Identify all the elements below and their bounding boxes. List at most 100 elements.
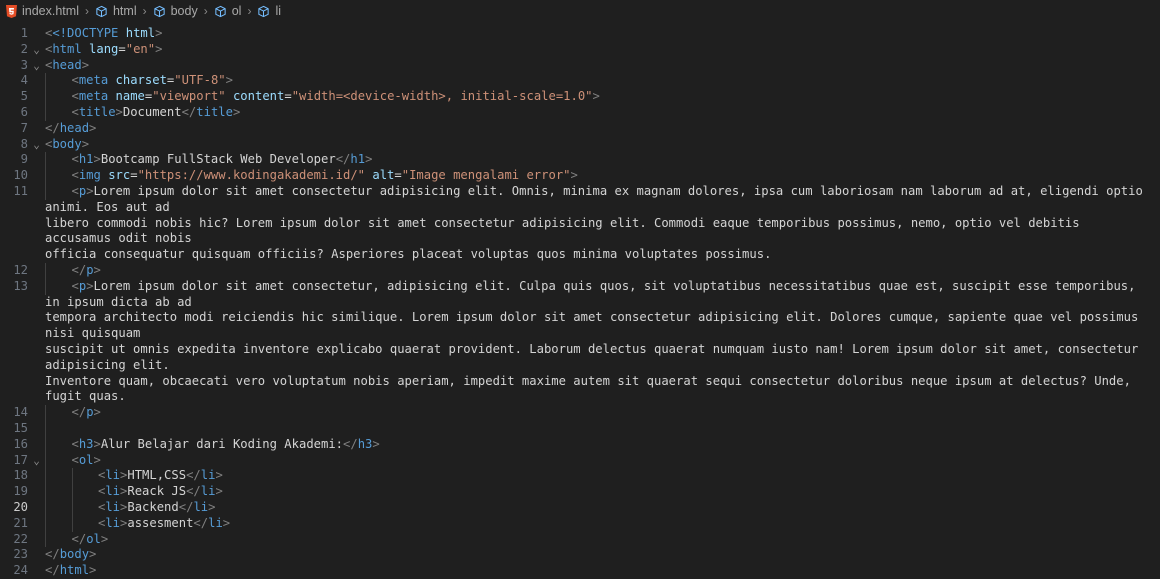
code-line[interactable]: 6 <title>Document</title>	[0, 104, 1160, 121]
list-item-text: HTML,CSS	[127, 468, 187, 483]
attr-name: name	[115, 89, 145, 104]
chevron-right-icon: ›	[247, 4, 252, 18]
tag-name: title	[196, 104, 233, 119]
attr-value: "width=<device-width>, initial-scale=1.0…	[291, 89, 593, 104]
line-number: 10	[13, 168, 28, 183]
code-line-wrap[interactable]: suscipit ut omnis expedita inventore exp…	[0, 342, 1160, 374]
line-number: 12	[13, 262, 28, 277]
h1-text: Bootcamp FullStack Web Developer	[100, 152, 336, 167]
line-number: 1	[20, 26, 28, 40]
breadcrumb-item-li[interactable]: li	[257, 4, 281, 18]
code-line[interactable]: 22 </ol>	[0, 531, 1160, 548]
tag-name: body	[52, 136, 82, 151]
attr-value: "https://www.kodingakademi.id/"	[137, 168, 366, 183]
code-line[interactable]: 18 <li>HTML,CSS</li>	[0, 468, 1160, 485]
code-line[interactable]: 11 <p>Lorem ipsum dolor sit amet consect…	[0, 183, 1160, 216]
breadcrumb-file[interactable]: index.html	[6, 4, 79, 18]
line-number: 3	[20, 57, 28, 72]
tag-name: meta	[78, 89, 109, 104]
line-number: 2	[20, 41, 28, 56]
indent-guide	[45, 104, 72, 121]
code-line-wrap[interactable]: tempora architecto modi reiciendis hic s…	[0, 310, 1160, 342]
indent-guide	[45, 515, 72, 532]
line-number: 19	[13, 484, 28, 499]
line-number: 11	[13, 183, 28, 198]
list-item-text: Backend	[127, 499, 179, 514]
doctype-keyword: <!DOCTYPE	[52, 26, 119, 40]
code-line[interactable]: 9 <h1>Bootcamp FullStack Web Developer</…	[0, 152, 1160, 169]
attr-value: "en"	[125, 41, 156, 56]
code-line[interactable]: 13 <p>Lorem ipsum dolor sit amet consect…	[0, 278, 1160, 311]
tag-name: li	[105, 515, 121, 530]
code-line[interactable]: 3 ⌄ <head>	[0, 58, 1160, 74]
attr-value: "UTF-8"	[174, 73, 226, 88]
code-line[interactable]: 1 <<!DOCTYPE html>	[0, 26, 1160, 42]
attr-name: src	[108, 168, 131, 183]
code-line-wrap[interactable]: officia consequatur quisquam officiis? A…	[0, 247, 1160, 263]
code-line[interactable]: 15	[0, 420, 1160, 437]
indent-guide	[45, 89, 72, 105]
fold-chevron-down-icon[interactable]: ⌄	[28, 137, 45, 153]
code-line-active[interactable]: 20 <li>Backend</li>	[0, 499, 1160, 516]
code-editor[interactable]: 1 <<!DOCTYPE html> 2 ⌄ <html lang="en"> …	[0, 23, 1160, 579]
code-line[interactable]: 12 </p>	[0, 262, 1160, 279]
fold-chevron-down-icon[interactable]: ⌄	[28, 58, 45, 74]
code-line[interactable]: 16 <h3>Alur Belajar dari Koding Akademi:…	[0, 436, 1160, 453]
indent-guide	[45, 405, 72, 421]
attr-name: content	[232, 89, 285, 104]
tag-name: html	[52, 41, 82, 56]
code-line[interactable]: 17 ⌄ <ol>	[0, 452, 1160, 469]
line-number: 14	[13, 405, 28, 420]
line-number: 16	[13, 436, 28, 451]
attr-value: "Image mengalami error"	[401, 168, 571, 183]
tag-name: li	[105, 484, 121, 499]
line-number: 6	[20, 104, 28, 119]
chevron-right-icon: ›	[203, 4, 208, 18]
breadcrumb-item-ol[interactable]: ol	[214, 4, 241, 18]
code-line-wrap[interactable]: Inventore quam, obcaecati vero voluptatu…	[0, 374, 1160, 406]
tag-name: title	[78, 104, 116, 119]
line-number: 21	[13, 515, 28, 530]
code-line[interactable]: 23 </body>	[0, 547, 1160, 563]
line-number: 17	[13, 452, 28, 467]
line-number-active: 20	[13, 499, 28, 514]
paragraph-text: officia consequatur quisquam officiis? A…	[45, 247, 772, 262]
indent-guide	[71, 468, 99, 485]
code-line[interactable]: 14 </p>	[0, 405, 1160, 421]
breadcrumb-item-html[interactable]: html	[95, 4, 137, 18]
code-line[interactable]: 10 <img src="https://www.kodingakademi.i…	[0, 168, 1160, 184]
fold-chevron-down-icon[interactable]: ⌄	[28, 453, 45, 469]
indent-guide	[45, 278, 72, 295]
indent-guide	[45, 73, 72, 90]
chevron-right-icon: ›	[142, 4, 147, 18]
code-line[interactable]: 2 ⌄ <html lang="en">	[0, 42, 1160, 58]
indent-guide	[71, 484, 99, 500]
breadcrumb-file-label: index.html	[22, 4, 79, 18]
indent-guide	[45, 499, 72, 516]
line-number: 18	[13, 468, 28, 483]
tag-name: p	[86, 405, 94, 420]
indent-guide	[45, 484, 72, 500]
tag-name: p	[86, 262, 94, 277]
paragraph-text: Inventore quam, obcaecati vero voluptatu…	[45, 373, 1139, 404]
code-line[interactable]: 19 <li>Reack JS</li>	[0, 484, 1160, 500]
paragraph-text: Lorem ipsum dolor sit amet consectetur, …	[45, 278, 1143, 309]
code-line[interactable]: 8 ⌄ <body>	[0, 137, 1160, 153]
code-line[interactable]: 7 </head>	[0, 121, 1160, 137]
code-line-wrap[interactable]: libero commodi nobis hic? Lorem ipsum do…	[0, 216, 1160, 248]
code-line[interactable]: 5 <meta name="viewport" content="width=<…	[0, 89, 1160, 105]
chevron-right-icon: ›	[84, 4, 89, 18]
paragraph-text: libero commodi nobis hic? Lorem ipsum do…	[45, 215, 1087, 246]
breadcrumb-item-body[interactable]: body	[153, 4, 198, 18]
tag-name: li	[105, 468, 121, 483]
code-line[interactable]: 4 <meta charset="UTF-8">	[0, 73, 1160, 90]
list-item-text: assesment	[127, 515, 194, 530]
code-line[interactable]: 21 <li>assesment</li>	[0, 515, 1160, 532]
breadcrumb-label: html	[112, 4, 137, 18]
line-number: 7	[20, 120, 28, 135]
attr-name: charset	[115, 73, 167, 88]
tag-name: html	[59, 563, 90, 578]
line-number: 4	[20, 73, 28, 88]
fold-chevron-down-icon[interactable]: ⌄	[28, 42, 45, 58]
code-line[interactable]: 24 </html>	[0, 563, 1160, 579]
